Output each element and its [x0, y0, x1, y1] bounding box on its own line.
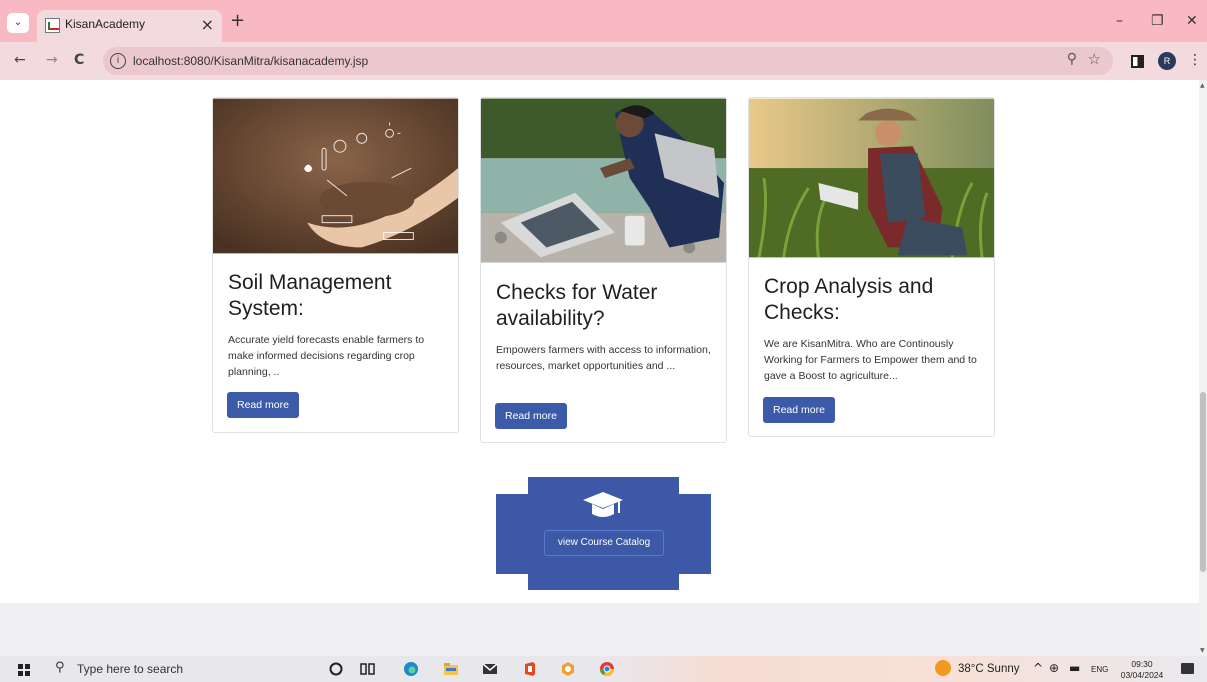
new-tab-button[interactable]: +	[230, 10, 245, 31]
weather-text[interactable]: 38°C Sunny	[958, 663, 1020, 675]
course-card-soil: Soil Management System: Accurate yield f…	[212, 97, 459, 433]
network-globe-icon[interactable]: ⊕	[1049, 661, 1059, 675]
card-description: We are KisanMitra. Who are Continously W…	[764, 338, 977, 382]
zoom-icon[interactable]: ⚲	[1067, 51, 1077, 67]
app-hexagon-icon[interactable]	[560, 661, 576, 677]
chrome-icon[interactable]	[599, 661, 615, 677]
taskbar-search-icon[interactable]: ⚲	[55, 660, 65, 675]
system-clock[interactable]: 09:30 03/04/2024	[1118, 659, 1166, 681]
read-more-button[interactable]: Read more	[763, 397, 835, 423]
tab-search-button[interactable]: ⌄	[7, 13, 29, 33]
card-title: Checks for Water availability?	[496, 281, 658, 330]
graduation-cap-icon	[583, 492, 623, 517]
view-course-catalog-button[interactable]: view Course Catalog	[544, 530, 664, 556]
card-title: Soil Management System:	[228, 271, 392, 320]
browser-menu-icon[interactable]: ⋮	[1188, 52, 1202, 68]
cornfield-image	[749, 98, 994, 258]
tray-chevron-icon[interactable]: ^	[1033, 661, 1043, 675]
windows-taskbar: ⚲ Type here to search 38°C Sunny ^ ⊕ ▬ E…	[0, 656, 1207, 682]
scrollbar-thumb[interactable]	[1200, 392, 1206, 572]
profile-avatar[interactable]: R	[1158, 52, 1176, 70]
notification-icon[interactable]	[1181, 663, 1194, 674]
office-icon[interactable]	[522, 661, 538, 677]
soil-image	[213, 98, 458, 254]
url-text: localhost:8080/KisanMitra/kisanacademy.j…	[133, 54, 369, 68]
page-footer	[0, 603, 1199, 656]
water-testing-image	[481, 98, 726, 263]
battery-icon[interactable]: ▬	[1069, 661, 1080, 675]
edge-icon[interactable]	[403, 661, 419, 677]
side-panel-icon[interactable]	[1131, 55, 1144, 68]
reload-icon[interactable]: C	[74, 52, 84, 68]
cortana-icon[interactable]	[328, 661, 344, 677]
scroll-up-arrow-icon[interactable]: ▲	[1200, 82, 1205, 89]
address-bar[interactable]: i localhost:8080/KisanMitra/kisanacademy…	[103, 47, 1113, 75]
language-indicator[interactable]: ENG	[1091, 665, 1108, 674]
browser-toolbar: ← → C i localhost:8080/KisanMitra/kisana…	[0, 42, 1207, 80]
clock-time: 09:30	[1131, 659, 1153, 669]
taskbar-search-input[interactable]: Type here to search	[77, 662, 183, 676]
course-card-water: Checks for Water availability? Empowers …	[480, 97, 727, 443]
site-favicon-icon	[45, 18, 60, 33]
browser-tab[interactable]: KisanAcademy ×	[37, 10, 222, 42]
card-title: Crop Analysis and Checks:	[764, 275, 934, 324]
card-description: Accurate yield forecasts enable farmers …	[228, 334, 425, 378]
browser-tab-bar: ⌄ KisanAcademy × + – ❐ ✕	[0, 0, 1207, 42]
page-scrollbar[interactable]: ▲ ▼	[1199, 80, 1207, 656]
read-more-button[interactable]: Read more	[227, 392, 299, 418]
restore-button[interactable]: ❐	[1151, 13, 1164, 29]
task-view-icon[interactable]	[360, 661, 376, 677]
card-description: Empowers farmers with access to informat…	[496, 344, 711, 372]
weather-sun-icon[interactable]	[935, 660, 951, 676]
clock-date: 03/04/2024	[1120, 670, 1164, 680]
windows-start-icon[interactable]	[18, 664, 30, 676]
forward-arrow-icon[interactable]: →	[46, 52, 58, 68]
bookmark-star-icon[interactable]: ☆	[1088, 50, 1101, 68]
minimize-button[interactable]: –	[1116, 13, 1123, 29]
read-more-button[interactable]: Read more	[495, 403, 567, 429]
course-catalog-block: view Course Catalog	[496, 477, 711, 590]
scroll-down-arrow-icon[interactable]: ▼	[1200, 647, 1205, 654]
close-window-button[interactable]: ✕	[1186, 13, 1198, 29]
back-arrow-icon[interactable]: ←	[14, 52, 26, 68]
tab-close-button[interactable]: ×	[201, 15, 214, 34]
file-explorer-icon[interactable]	[443, 661, 459, 677]
course-card-crop: Crop Analysis and Checks: We are KisanMi…	[748, 97, 995, 437]
site-info-icon[interactable]: i	[110, 53, 126, 69]
tab-title: KisanAcademy	[65, 17, 146, 31]
mail-icon[interactable]	[482, 661, 498, 677]
